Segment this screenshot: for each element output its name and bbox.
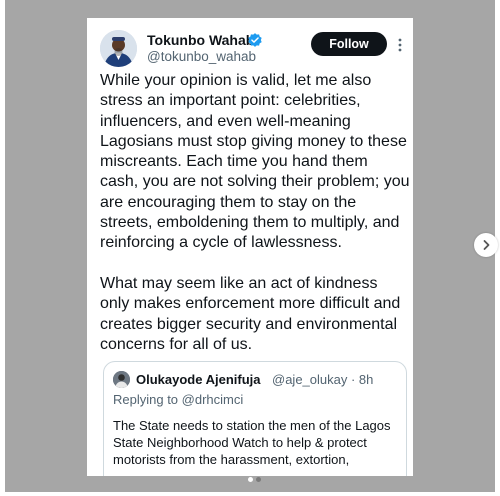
quoted-avatar-image xyxy=(113,371,130,388)
more-options-icon[interactable] xyxy=(396,37,404,53)
tweet-paragraph: While your opinion is valid, let me also… xyxy=(100,72,410,252)
quoted-author-name: Olukayode Ajenifuja xyxy=(136,372,261,387)
replying-to-label: Replying to xyxy=(113,392,179,407)
image-viewer: Tokunbo Wahab @tokunbo_wahab Follow Whil… xyxy=(5,0,498,492)
avatar-image xyxy=(100,30,137,67)
carousel-indicator xyxy=(248,477,261,483)
screenshot-frame: Tokunbo Wahab @tokunbo_wahab Follow Whil… xyxy=(87,18,413,476)
follow-button[interactable]: Follow xyxy=(311,32,387,56)
tweet-paragraph: What may seem like an act of kindness on… xyxy=(100,274,401,353)
author-handle[interactable]: @tokunbo_wahab xyxy=(147,49,256,64)
carousel-dot-2[interactable] xyxy=(256,477,261,482)
avatar[interactable] xyxy=(100,30,137,67)
next-slide-button[interactable] xyxy=(474,233,498,257)
replying-to-handle[interactable]: @drhcimci xyxy=(182,392,244,407)
verified-badge-icon xyxy=(248,33,262,47)
quoted-text: The State needs to station the men of th… xyxy=(113,418,391,467)
replying-to: Replying to @drhcimci xyxy=(113,392,243,407)
quoted-handle-time: @aje_olukay · 8h xyxy=(272,372,374,387)
tweet-body: While your opinion is valid, let me also… xyxy=(100,71,410,355)
carousel-dot-1[interactable] xyxy=(248,477,253,482)
chevron-right-icon xyxy=(483,240,490,250)
tweet-card: Tokunbo Wahab @tokunbo_wahab Follow Whil… xyxy=(93,18,411,476)
author-name[interactable]: Tokunbo Wahab xyxy=(147,32,254,48)
quoted-tweet[interactable]: Olukayode Ajenifuja @aje_olukay · 8h Rep… xyxy=(103,361,407,476)
quoted-avatar xyxy=(113,371,130,388)
